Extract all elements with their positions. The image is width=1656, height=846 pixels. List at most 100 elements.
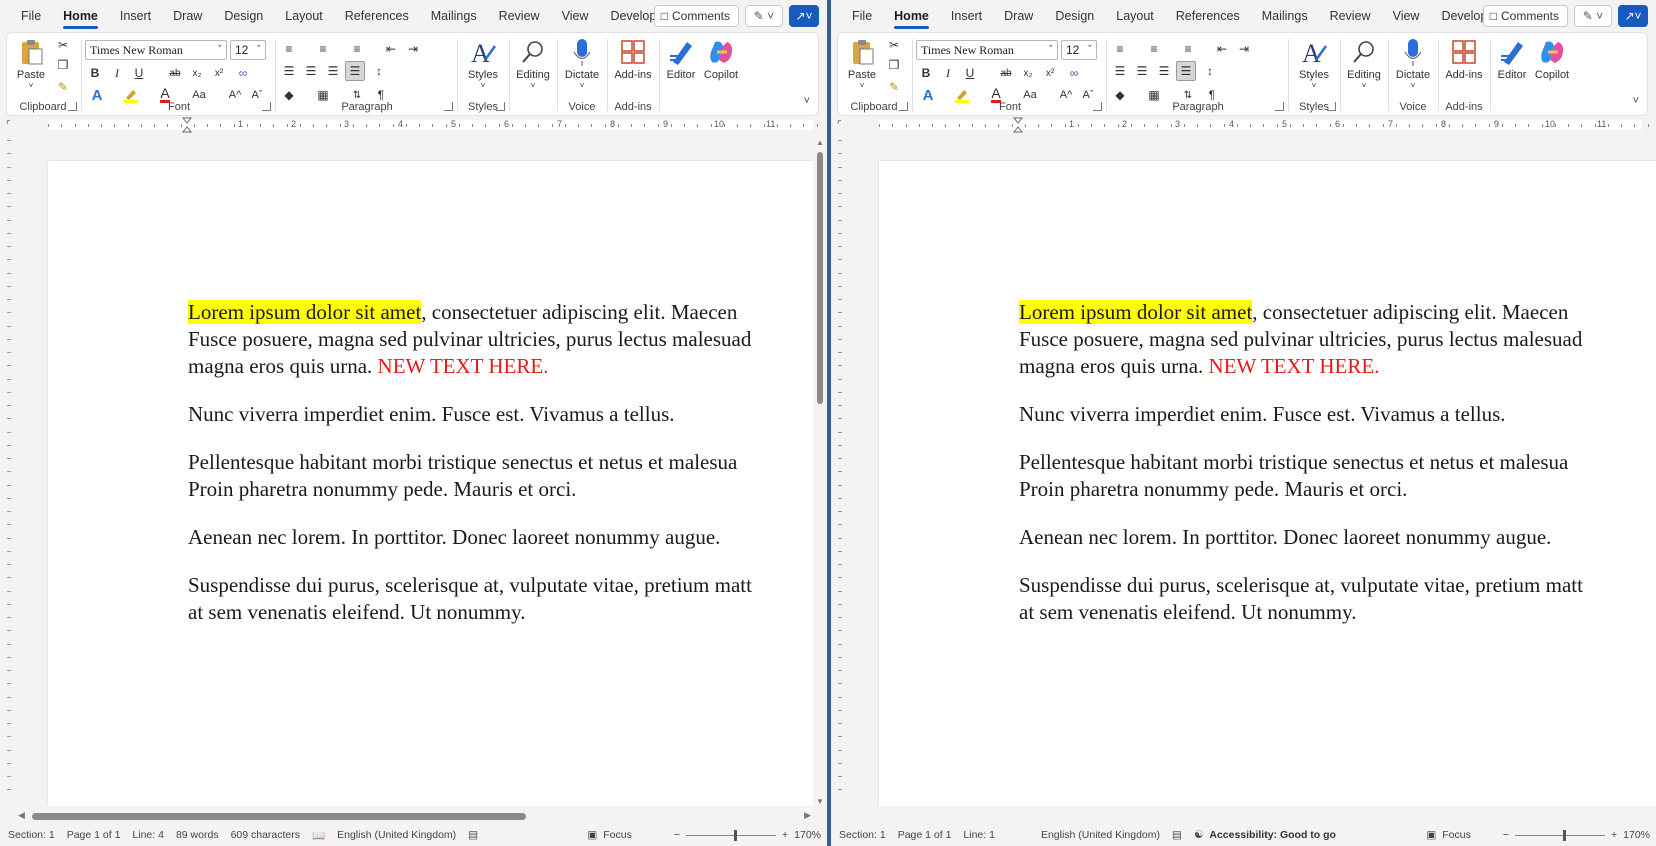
horizontal-ruler[interactable]: ⌜ 1 2 3 4 5 6 7 8 9 10 11 xyxy=(0,117,827,133)
menu-layout[interactable]: Layout xyxy=(1105,0,1165,32)
justify-icon[interactable]: ☰ xyxy=(1176,61,1196,81)
copilot-button[interactable]: Copilot xyxy=(1532,35,1572,81)
document-body[interactable]: Lorem ipsum dolor sit amet, consectetuer… xyxy=(1019,299,1656,647)
vertical-scrollbar[interactable]: ▲ ▼ xyxy=(815,138,825,806)
superscript-button[interactable]: x² xyxy=(209,63,229,83)
line-spacing-icon[interactable]: ↕ xyxy=(369,61,389,81)
status-language[interactable]: English (United Kingdom) xyxy=(331,829,462,841)
horizontal-ruler[interactable]: ⌜ 1 2 3 4 5 6 7 8 9 10 11 xyxy=(831,117,1656,133)
status-accessibility[interactable]: Accessibility: Good to go xyxy=(1209,829,1342,841)
bullets-icon[interactable]: ≡ xyxy=(1110,39,1130,59)
dictate-button[interactable]: Dictate ˅ xyxy=(561,35,603,90)
menu-mailings[interactable]: Mailings xyxy=(420,0,488,32)
document-body[interactable]: Lorem ipsum dolor sit amet, consectetuer… xyxy=(188,299,813,647)
paragraph-3[interactable]: Pellentesque habitant morbi tristique se… xyxy=(1019,449,1656,503)
numbering-icon[interactable]: ≡ xyxy=(1144,39,1164,59)
menu-file[interactable]: File xyxy=(10,0,52,32)
decrease-indent-icon[interactable]: ⇤ xyxy=(381,39,401,59)
font-name-select[interactable]: Times New Roman ˅ xyxy=(916,40,1058,60)
editing-mode-button[interactable]: ✎ ˅ xyxy=(1574,5,1612,27)
bullets-icon[interactable]: ≡ xyxy=(279,39,299,59)
status-page[interactable]: Page 1 of 1 xyxy=(892,829,958,841)
tab-stop-icon[interactable]: ⌜ xyxy=(837,120,842,131)
bold-button[interactable]: B xyxy=(916,63,936,83)
share-button[interactable]: ↗˅ xyxy=(1618,5,1648,27)
copy-icon[interactable]: ❐ xyxy=(53,55,73,75)
subscript-button[interactable]: x₂ xyxy=(187,63,207,83)
styles-launcher-icon[interactable] xyxy=(1327,102,1336,111)
bold-button[interactable]: B xyxy=(85,63,105,83)
text-run[interactable]: Pellentesque habitant morbi tristique se… xyxy=(188,450,737,474)
menu-design[interactable]: Design xyxy=(213,0,274,32)
format-painter-icon[interactable]: ✎ xyxy=(884,77,904,97)
menu-references[interactable]: References xyxy=(334,0,420,32)
menu-insert[interactable]: Insert xyxy=(109,0,162,32)
editing-button[interactable]: Editing ˅ xyxy=(1342,35,1386,90)
styles-button[interactable]: A Styles ˅ xyxy=(463,35,503,90)
scroll-left-icon[interactable]: ◀ xyxy=(18,810,25,821)
addins-button[interactable]: Add-ins xyxy=(611,35,655,81)
scroll-up-icon[interactable]: ▲ xyxy=(815,138,825,147)
dictate-button[interactable]: Dictate ˅ xyxy=(1392,35,1434,90)
document-area[interactable]: Lorem ipsum dolor sit amet, consectetuer… xyxy=(16,135,813,806)
text-run[interactable]: Fusce posuere, magna sed pulvinar ultric… xyxy=(1019,327,1582,351)
paragraph-5[interactable]: Suspendisse dui purus, scelerisque at, v… xyxy=(188,572,813,626)
accessibility-icon[interactable]: ☯ xyxy=(1188,829,1209,841)
editor-button[interactable]: Editor xyxy=(663,35,699,81)
font-size-select[interactable]: 12 ˅ xyxy=(1061,40,1097,60)
vertical-scroll-thumb[interactable] xyxy=(817,152,823,404)
scroll-right-icon[interactable]: ▶ xyxy=(804,810,811,821)
comments-button[interactable]: □ Comments xyxy=(1482,5,1568,27)
paragraph-4[interactable]: Aenean nec lorem. In porttitor. Donec la… xyxy=(188,524,813,551)
menu-insert[interactable]: Insert xyxy=(940,0,993,32)
status-page[interactable]: Page 1 of 1 xyxy=(61,829,127,841)
track-changes-icon[interactable]: ▤ xyxy=(1166,829,1188,841)
styles-launcher-icon[interactable] xyxy=(496,102,505,111)
paragraph-launcher-icon[interactable] xyxy=(444,102,453,111)
menu-view[interactable]: View xyxy=(1382,0,1431,32)
align-right-icon[interactable]: ☰ xyxy=(1154,61,1174,81)
status-line[interactable]: Line: 4 xyxy=(126,829,170,841)
zoom-level[interactable]: 170% xyxy=(1623,829,1650,841)
red-text[interactable]: NEW TEXT HERE. xyxy=(378,354,549,378)
underline-button[interactable]: U xyxy=(129,63,149,83)
track-changes-icon[interactable]: ▤ xyxy=(462,829,484,841)
editor-button[interactable]: Editor xyxy=(1494,35,1530,81)
italic-button[interactable]: I xyxy=(938,63,958,83)
zoom-slider-thumb[interactable] xyxy=(1563,829,1566,841)
highlighted-text[interactable]: Lorem ipsum dolor sit amet xyxy=(188,300,422,324)
text-run[interactable]: Suspendisse dui purus, scelerisque at, v… xyxy=(1019,573,1583,597)
menu-design[interactable]: Design xyxy=(1044,0,1105,32)
underline-button[interactable]: U xyxy=(960,63,980,83)
focus-label[interactable]: Focus xyxy=(603,829,632,841)
align-right-icon[interactable]: ☰ xyxy=(323,61,343,81)
multilevel-list-icon[interactable]: ≡ xyxy=(1178,39,1198,59)
font-size-select[interactable]: 12 ˅ xyxy=(230,40,266,60)
menu-home[interactable]: Home xyxy=(52,0,109,32)
menu-references[interactable]: References xyxy=(1165,0,1251,32)
subscript-button[interactable]: x₂ xyxy=(1018,63,1038,83)
paragraph-2[interactable]: Nunc viverra imperdiet enim. Fusce est. … xyxy=(1019,401,1656,428)
addins-button[interactable]: Add-ins xyxy=(1442,35,1486,81)
menu-file[interactable]: File xyxy=(841,0,883,32)
paragraph-4[interactable]: Aenean nec lorem. In porttitor. Donec la… xyxy=(1019,524,1656,551)
zoom-in-icon[interactable]: + xyxy=(1611,829,1617,841)
clipboard-launcher-icon[interactable] xyxy=(68,102,77,111)
cut-icon[interactable]: ✂ xyxy=(53,35,73,55)
text-run[interactable]: , consectetuer adipiscing elit. Maecen xyxy=(421,300,737,324)
focus-icon[interactable]: ▣ xyxy=(1426,829,1436,841)
document-area[interactable]: Lorem ipsum dolor sit amet, consectetuer… xyxy=(847,135,1656,806)
paste-button[interactable]: Paste ˅ xyxy=(842,35,882,90)
paragraph-1[interactable]: Lorem ipsum dolor sit amet, consectetuer… xyxy=(188,299,813,380)
status-characters[interactable]: 609 characters xyxy=(225,829,306,841)
menu-home[interactable]: Home xyxy=(883,0,940,32)
clear-formatting-icon[interactable]: ∞ xyxy=(233,63,253,83)
italic-button[interactable]: I xyxy=(107,63,127,83)
align-center-icon[interactable]: ☰ xyxy=(301,61,321,81)
multilevel-list-icon[interactable]: ≡ xyxy=(347,39,367,59)
editing-button[interactable]: Editing ˅ xyxy=(511,35,555,90)
proofing-icon[interactable]: 📖 xyxy=(306,829,331,842)
format-painter-icon[interactable]: ✎ xyxy=(53,77,73,97)
status-section[interactable]: Section: 1 xyxy=(0,829,61,841)
line-spacing-icon[interactable]: ↕ xyxy=(1200,61,1220,81)
